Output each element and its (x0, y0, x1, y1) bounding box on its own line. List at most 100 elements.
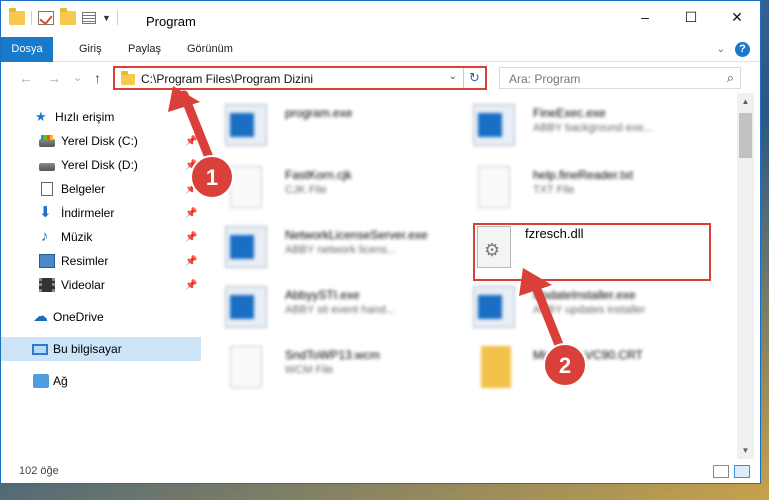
minimize-button[interactable]: – (622, 1, 668, 33)
sidebar-item-pictures[interactable]: Resimler 📌 (1, 249, 201, 273)
toolbar-divider (116, 11, 118, 25)
refresh-button[interactable]: ↻ (463, 68, 485, 88)
title-bar: ▼ Program – ☐ ✕ (1, 1, 760, 35)
maximize-button[interactable]: ☐ (668, 1, 714, 33)
ribbon-right-controls: ⌄ ? (717, 42, 750, 57)
item-count: 102 öğe (19, 465, 59, 477)
navigation-bar: ← → ⌄ ↑ C:\Program Files\Program Dizini … (1, 63, 760, 93)
sidebar-item-drive-c[interactable]: Yerel Disk (C:) 📌 (1, 129, 201, 153)
music-icon: ♪ (41, 228, 49, 245)
sidebar-item-onedrive[interactable]: ☁ OneDrive (1, 305, 201, 329)
sidebar-item-downloads[interactable]: ⬇ İndirmeler 📌 (1, 201, 201, 225)
file-item[interactable]: NetworkLicenseServer.exe ABBY network li… (207, 220, 447, 276)
search-icon[interactable]: ⌕ (727, 70, 734, 86)
chevron-down-icon[interactable]: ⌄ (717, 44, 725, 55)
tab-share[interactable]: Paylaş (128, 37, 161, 62)
sidebar-item-network[interactable]: Ağ (1, 369, 201, 393)
chevron-down-icon[interactable]: ⌄ (449, 71, 457, 82)
scroll-down-icon[interactable]: ▼ (737, 442, 754, 459)
file-item[interactable]: FineExec.exe ABBY background exe... (455, 98, 695, 154)
pin-icon[interactable]: 📌 (185, 208, 197, 219)
tab-file[interactable]: Dosya (1, 37, 53, 62)
exe-file-icon (225, 104, 267, 146)
folder-icon (481, 346, 511, 388)
search-placeholder[interactable]: Ara: Program (509, 72, 580, 86)
navigation-pane: ★ Hızlı erişim Yerel Disk (C:) 📌 Yerel D… (1, 101, 201, 456)
file-description: ABBY updates installer (533, 304, 646, 316)
exe-file-icon (473, 286, 515, 328)
pictures-icon (39, 254, 55, 268)
pin-icon[interactable]: 📌 (185, 232, 197, 243)
search-box[interactable]: Ara: Program ⌕ (499, 67, 741, 89)
file-name: FineExec.exe (533, 106, 606, 120)
details-view-icon[interactable] (713, 465, 729, 478)
sidebar-item-documents[interactable]: Belgeler 📌 (1, 177, 201, 201)
up-button[interactable]: ↑ (94, 70, 101, 86)
file-name: Microsoft.VC90.CRT (533, 348, 643, 362)
sidebar-item-music[interactable]: ♪ Müzik 📌 (1, 225, 201, 249)
sidebar-item-label: Bu bilgisayar (53, 342, 122, 356)
toolbar-divider (31, 11, 32, 25)
file-name: FastKorn.cjk (285, 168, 352, 182)
pin-icon[interactable]: 📌 (185, 136, 197, 147)
pin-icon[interactable]: 📌 (185, 280, 197, 291)
pin-icon[interactable]: 📌 (185, 160, 197, 171)
new-folder-icon[interactable] (60, 8, 76, 25)
file-item[interactable]: UpdateInstaller.exe ABBY updates install… (455, 280, 695, 336)
address-bar[interactable]: C:\Program Files\Program Dizini ⌄ ↻ (113, 66, 487, 90)
sidebar-item-videos[interactable]: Videolar 📌 (1, 273, 201, 297)
drive-d-icon (39, 162, 55, 171)
recent-locations-button[interactable]: ⌄ (73, 71, 82, 84)
videos-icon (39, 278, 55, 292)
scroll-thumb[interactable] (739, 113, 752, 158)
exe-file-icon (225, 226, 267, 268)
forward-button[interactable]: → (47, 70, 61, 86)
file-description: CJK File (285, 184, 327, 196)
close-button[interactable]: ✕ (714, 1, 760, 33)
document-file-icon (230, 166, 262, 208)
vertical-scrollbar[interactable]: ▲ ▼ (737, 93, 754, 459)
star-icon: ★ (35, 109, 47, 124)
network-icon (33, 374, 49, 388)
file-name: UpdateInstaller.exe (533, 288, 636, 302)
file-description: ABBY background exe... (533, 122, 653, 134)
file-description: ABBY sti event hand... (285, 304, 395, 316)
sidebar-item-quick-access[interactable]: ★ Hızlı erişim (1, 105, 201, 129)
file-item[interactable]: FastKorn.cjk CJK File (207, 160, 447, 216)
large-icons-view-icon[interactable] (734, 465, 750, 478)
back-button[interactable]: ← (19, 70, 33, 86)
file-item[interactable]: program.exe (207, 98, 447, 154)
help-icon[interactable]: ? (735, 42, 750, 57)
file-description: ABBY network licens... (285, 244, 397, 256)
address-path[interactable]: C:\Program Files\Program Dizini (141, 72, 313, 86)
sidebar-item-label: Hızlı erişim (55, 110, 115, 124)
folder-icon (121, 71, 135, 85)
pin-icon[interactable]: 📌 (185, 256, 197, 267)
file-description: WCM File (285, 364, 334, 376)
sidebar-item-label: Yerel Disk (D:) (61, 158, 138, 172)
sidebar-item-label: Yerel Disk (C:) (61, 134, 138, 148)
file-item[interactable]: help.fineReader.txt TXT File (455, 160, 695, 216)
exe-file-icon (473, 104, 515, 146)
file-item[interactable]: AbbyySTI.exe ABBY sti event hand... (207, 280, 447, 336)
file-name: AbbyySTI.exe (285, 288, 360, 302)
pin-icon[interactable]: 📌 (185, 184, 197, 195)
tab-view[interactable]: Görünüm (187, 37, 233, 62)
customize-toolbar-arrow-icon[interactable]: ▼ (102, 13, 111, 23)
file-item[interactable]: Microsoft.VC90.CRT (455, 340, 695, 396)
file-item[interactable]: SndToWP13.wcm WCM File (207, 340, 447, 396)
sidebar-item-this-pc[interactable]: Bu bilgisayar (1, 337, 201, 361)
quick-access-toolbar: ▼ (9, 8, 118, 25)
sidebar-item-label: İndirmeler (61, 206, 115, 220)
sidebar-item-drive-d[interactable]: Yerel Disk (D:) 📌 (1, 153, 201, 177)
scroll-up-icon[interactable]: ▲ (737, 93, 754, 110)
file-name: SndToWP13.wcm (285, 348, 380, 362)
window-title: Program (146, 14, 196, 29)
tab-home[interactable]: Giriş (79, 37, 102, 62)
file-description: TXT File (533, 184, 575, 196)
file-name: NetworkLicenseServer.exe (285, 228, 428, 242)
file-name: program.exe (285, 106, 353, 120)
properties-icon[interactable] (38, 11, 54, 25)
sidebar-item-label: Videolar (61, 278, 105, 292)
customize-view-icon[interactable] (82, 12, 96, 24)
